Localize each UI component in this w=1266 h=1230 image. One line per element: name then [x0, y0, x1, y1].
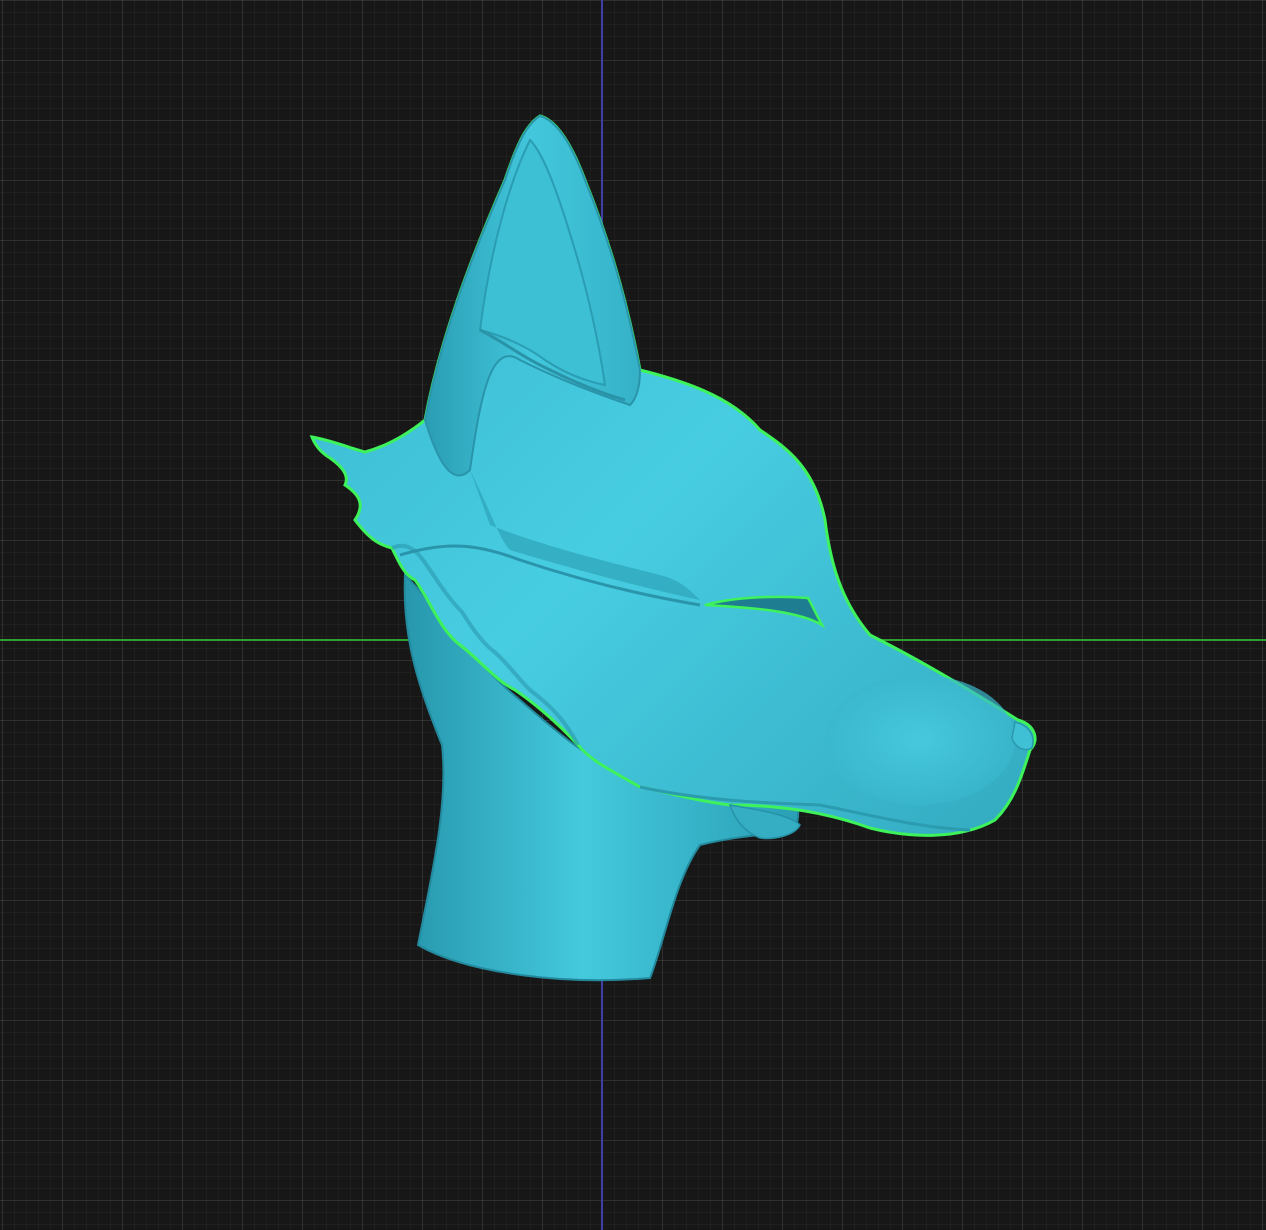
3d-viewport[interactable] — [0, 0, 1266, 1230]
muzzle — [825, 675, 1015, 805]
wolf-head-model[interactable] — [0, 0, 1266, 1230]
